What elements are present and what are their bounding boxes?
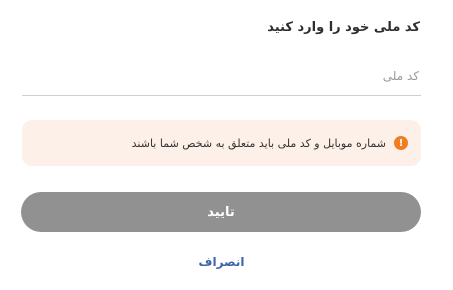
exclamation-icon: ! [394, 136, 408, 150]
notice-text: شماره موبایل و کد ملی باید متعلق به شخص … [131, 136, 386, 150]
form-title: کد ملی خود را وارد کنید [267, 20, 420, 35]
confirm-button[interactable]: تایید [21, 192, 421, 232]
national-code-form: کد ملی خود را وارد کنید ! شماره موبایل و… [0, 0, 453, 290]
national-code-field[interactable] [22, 56, 421, 96]
info-notice: ! شماره موبایل و کد ملی باید متعلق به شخ… [22, 120, 421, 166]
cancel-link[interactable]: انصراف [0, 255, 443, 269]
national-code-input[interactable] [22, 56, 421, 95]
